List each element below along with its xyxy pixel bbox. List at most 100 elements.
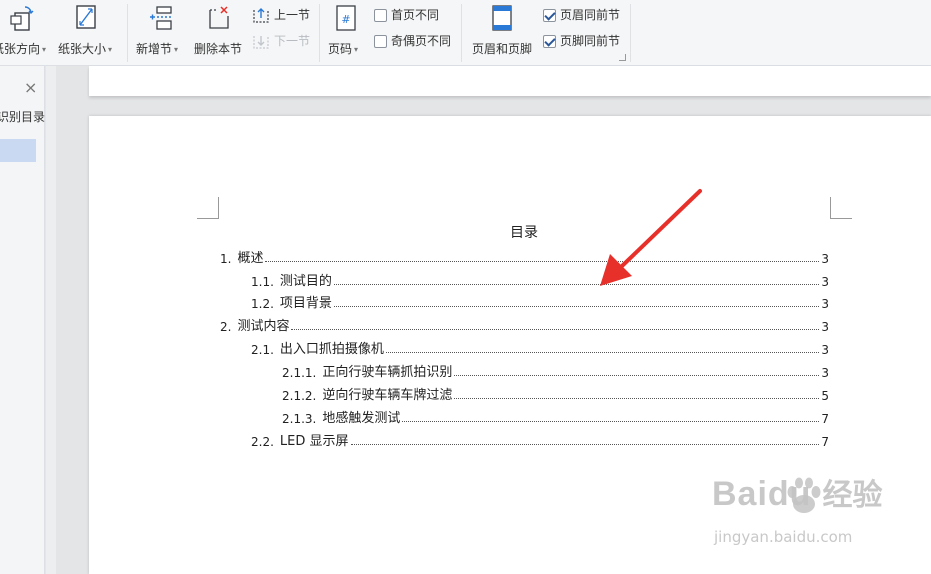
toc-entry-page: 3 — [821, 297, 829, 311]
next-section-label: 下一节 — [274, 34, 311, 48]
checkbox-box[interactable] — [543, 8, 556, 22]
dropdown-caret-icon: ▾ — [354, 45, 359, 54]
toc-entry-page: 5 — [821, 389, 829, 403]
toc-entry-text: 出入口抓拍摄像机 — [279, 342, 384, 357]
odd-even-different-label: 奇偶页不同 — [391, 34, 452, 48]
toc-entry-page: 3 — [821, 343, 829, 357]
group-separator — [127, 4, 128, 62]
header-footer-icon — [492, 5, 512, 31]
toc-entry[interactable]: 1. 概述 3 — [220, 248, 829, 266]
toc-entry-page: 7 — [821, 412, 829, 426]
checkbox-box[interactable] — [543, 34, 556, 48]
prev-section-button[interactable]: 上一节 — [252, 5, 310, 25]
footer-same-as-prev-label: 页脚同前节 — [560, 34, 621, 48]
toc-entry-page: 3 — [821, 320, 829, 334]
header-same-as-prev-label: 页眉同前节 — [560, 8, 621, 22]
nav-selected-item[interactable] — [0, 139, 36, 162]
header-footer-button[interactable]: 页眉和页脚 — [470, 4, 534, 62]
paper-size-label: 纸张大小 — [58, 42, 107, 56]
dropdown-caret-icon: ▾ — [108, 45, 113, 54]
checkbox-box[interactable] — [374, 34, 387, 48]
header-same-as-prev-checkbox[interactable]: 页眉同前节 — [543, 5, 620, 25]
toc-entry-page: 3 — [821, 275, 829, 289]
group-separator — [319, 4, 320, 62]
paper-orientation-label: 纸张方向 — [0, 42, 41, 56]
baidu-jingyan-watermark: Baidu 经验 jingyan.baidu.com — [712, 470, 883, 546]
toc-dot-leader — [385, 352, 819, 353]
toc-entry-number: 2.1.2. — [282, 389, 317, 403]
page-number-label: 页码 — [328, 42, 353, 56]
toc-dot-leader — [333, 306, 819, 307]
toc-dot-leader — [265, 261, 819, 262]
footer-same-as-prev-checkbox[interactable]: 页脚同前节 — [543, 31, 620, 51]
toc-entry[interactable]: 2.1.3. 地感触发测试 7 — [282, 408, 829, 426]
paper-orientation-icon — [10, 6, 34, 31]
first-page-different-label: 首页不同 — [391, 8, 440, 22]
toc-entry[interactable]: 2.1.2. 逆向行驶车辆车牌过滤 5 — [282, 385, 829, 403]
previous-page — [89, 66, 931, 96]
odd-even-different-checkbox[interactable]: 奇偶页不同 — [374, 31, 451, 51]
new-section-icon — [150, 6, 172, 30]
toc-entry-number: 1. — [220, 252, 232, 266]
close-icon[interactable]: × — [24, 78, 37, 97]
next-section-button[interactable]: 下一节 — [252, 31, 310, 51]
paw-logo-icon — [787, 477, 821, 513]
toc-entry-text: 测试目的 — [279, 274, 332, 289]
delete-section-button[interactable]: 删除本节 — [194, 4, 244, 62]
next-section-icon — [253, 36, 269, 49]
toc-entry[interactable]: 1.2. 项目背景 3 — [251, 293, 829, 311]
page-number-icon: # — [336, 5, 356, 31]
toc-entry[interactable]: 2. 测试内容 3 — [220, 316, 829, 334]
new-section-button[interactable]: 新增节 ▾ — [136, 4, 186, 62]
page-number-button[interactable]: # 页码 ▾ — [326, 4, 366, 62]
toc-dot-leader — [454, 375, 819, 376]
toc-entry-page: 7 — [821, 435, 829, 449]
delete-section-icon — [209, 6, 229, 29]
toc-entry-text: 正向行驶车辆抓拍识别 — [322, 365, 453, 380]
group-separator — [461, 4, 462, 62]
toc-entry[interactable]: 1.1. 测试目的 3 — [251, 271, 829, 289]
toc-dot-leader — [291, 329, 819, 330]
delete-section-label: 删除本节 — [194, 42, 243, 56]
toc-entry-number: 2.1. — [251, 343, 274, 357]
toc-entry-text: 项目背景 — [279, 296, 332, 311]
toc-entry-number: 2.1.3. — [282, 412, 317, 426]
toc-entry[interactable]: 2.2. LED 显示屏 7 — [251, 431, 829, 449]
dropdown-caret-icon: ▾ — [42, 45, 47, 54]
toc-entry[interactable]: 2.1. 出入口抓拍摄像机 3 — [251, 339, 829, 357]
crop-mark-top-right — [830, 197, 852, 219]
toc-entry-number: 2. — [220, 320, 232, 334]
first-page-different-checkbox[interactable]: 首页不同 — [374, 5, 439, 25]
toc-entry-number: 2.2. — [251, 435, 274, 449]
toc-dot-leader — [350, 444, 819, 445]
watermark-brand-cn: 经验 — [822, 478, 883, 513]
toc-dot-leader — [402, 421, 819, 422]
checkbox-box[interactable] — [374, 8, 387, 22]
toc-entry-text: 逆向行驶车辆车牌过滤 — [322, 388, 453, 403]
ribbon-toolbar: 纸张方向▾ 纸张大小▾ 新增节▾ 删除本节 上一节 — [0, 0, 931, 66]
paper-size-button[interactable]: 纸张大小 ▾ — [58, 4, 114, 62]
group-separator — [630, 4, 631, 62]
prev-section-icon — [253, 8, 269, 23]
toc-entry-page: 3 — [821, 252, 829, 266]
paper-size-icon — [76, 5, 96, 29]
toc-entry-page: 3 — [821, 366, 829, 380]
toc-entry-number: 1.2. — [251, 297, 274, 311]
nav-pane-title[interactable]: 识别目录 — [0, 108, 45, 125]
header-footer-label: 页眉和页脚 — [472, 42, 533, 56]
new-section-label: 新增节 — [136, 42, 173, 56]
crop-mark-top-left — [197, 197, 219, 219]
dropdown-caret-icon: ▾ — [174, 45, 179, 54]
watermark-url: jingyan.baidu.com — [714, 528, 853, 546]
toc-entry-text: LED 显示屏 — [279, 434, 349, 449]
toc-entry[interactable]: 2.1.1. 正向行驶车辆抓拍识别 3 — [282, 362, 829, 380]
svg-text:#: # — [341, 13, 350, 26]
paper-orientation-button[interactable]: 纸张方向▾ — [0, 4, 50, 62]
toc-entry-text: 测试内容 — [237, 319, 290, 334]
toc-entry-text: 概述 — [237, 251, 264, 266]
pane-splitter[interactable] — [46, 66, 56, 574]
toc-dot-leader — [454, 398, 819, 399]
prev-section-label: 上一节 — [274, 8, 311, 22]
toc-entry-number: 1.1. — [251, 275, 274, 289]
dialog-launcher-icon[interactable] — [619, 54, 626, 61]
